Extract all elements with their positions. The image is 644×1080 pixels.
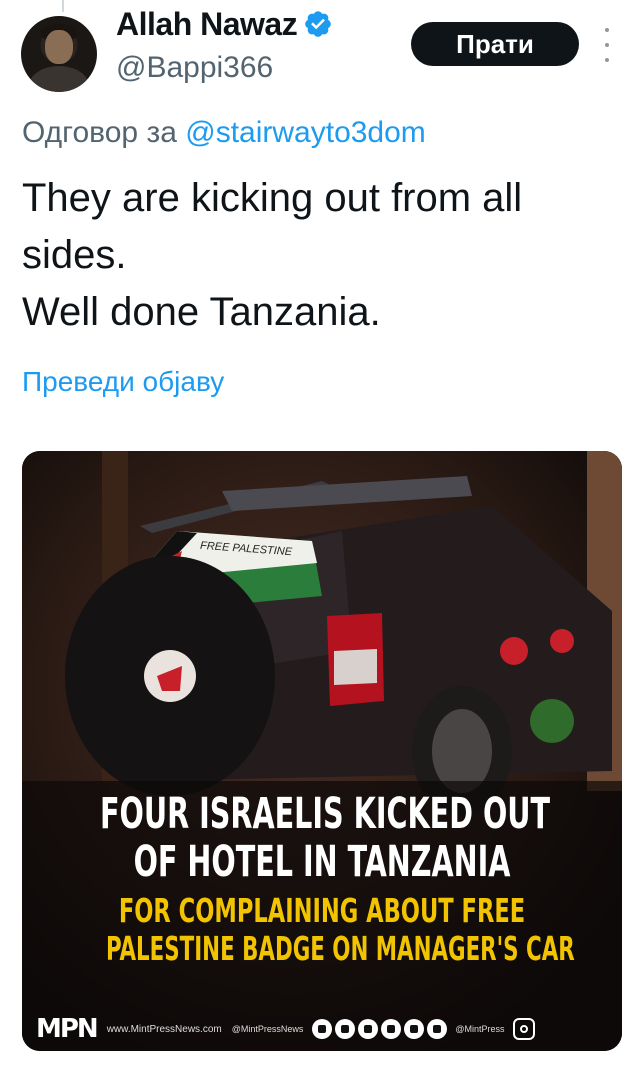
- tiktok-icon: [404, 1019, 425, 1039]
- telegram-icon: [358, 1019, 379, 1039]
- tweet-text-line: Well done Tanzania.: [22, 290, 381, 334]
- tweet-text-line: They are kicking out from all: [22, 176, 523, 220]
- odysee-icon: [381, 1019, 402, 1039]
- footer-url: www.MintPressNews.com: [106, 1023, 222, 1035]
- more-options-icon[interactable]: [600, 28, 614, 62]
- media-headline-line: FOUR ISRAELIS KICKED OUT: [100, 789, 551, 839]
- verified-badge-icon: [305, 11, 332, 37]
- media-headline-line: OF HOTEL IN TANZANIA: [133, 837, 511, 887]
- translate-post-link[interactable]: Преведи објаву: [22, 362, 224, 402]
- media-subheadline-line: PALESTINE BADGE ON MANAGER'S CAR: [105, 929, 575, 968]
- tweet-text-line: sides.: [22, 233, 127, 277]
- media-footer-bar: MPN www.MintPressNews.com @MintPressNews…: [22, 1009, 622, 1049]
- reply-to-mention-link[interactable]: @stairwayto3dom: [185, 116, 426, 149]
- instagram-icon: [512, 1018, 535, 1040]
- media-subheadline-line: FOR COMPLAINING ABOUT FREE: [118, 891, 526, 930]
- more-dot: [605, 58, 609, 62]
- more-dot: [605, 28, 609, 32]
- patreon-icon: [312, 1019, 333, 1039]
- author-avatar[interactable]: [21, 16, 97, 92]
- footer-handle: @MintPressNews: [231, 1024, 304, 1034]
- tweet-media-image[interactable]: FREE PALESTINE FOUR ISRAELIS KICKED OUT …: [22, 451, 622, 1051]
- author-display-name[interactable]: Allah Nawaz: [116, 4, 298, 44]
- twitter-icon: [427, 1019, 448, 1039]
- tweet-text: They are kicking out from all sides. Wel…: [22, 170, 622, 341]
- avatar-face: [45, 30, 73, 64]
- author-handle[interactable]: @Bappi366: [116, 48, 273, 88]
- more-dot: [605, 43, 609, 47]
- author-name-row: Allah Nawaz: [116, 4, 333, 44]
- rumble-icon: [335, 1019, 356, 1039]
- reply-to-line: Одговор за @stairwayto3dom: [22, 112, 426, 154]
- reply-to-prefix: Одговор за: [22, 116, 177, 149]
- avatar-body: [29, 66, 89, 92]
- mpn-logo: MPN: [36, 1014, 99, 1044]
- footer-handle-secondary: @MintPress: [455, 1024, 505, 1034]
- social-icons: [309, 1019, 448, 1039]
- follow-button[interactable]: Прати: [411, 22, 579, 66]
- thread-connector-line: [62, 0, 64, 12]
